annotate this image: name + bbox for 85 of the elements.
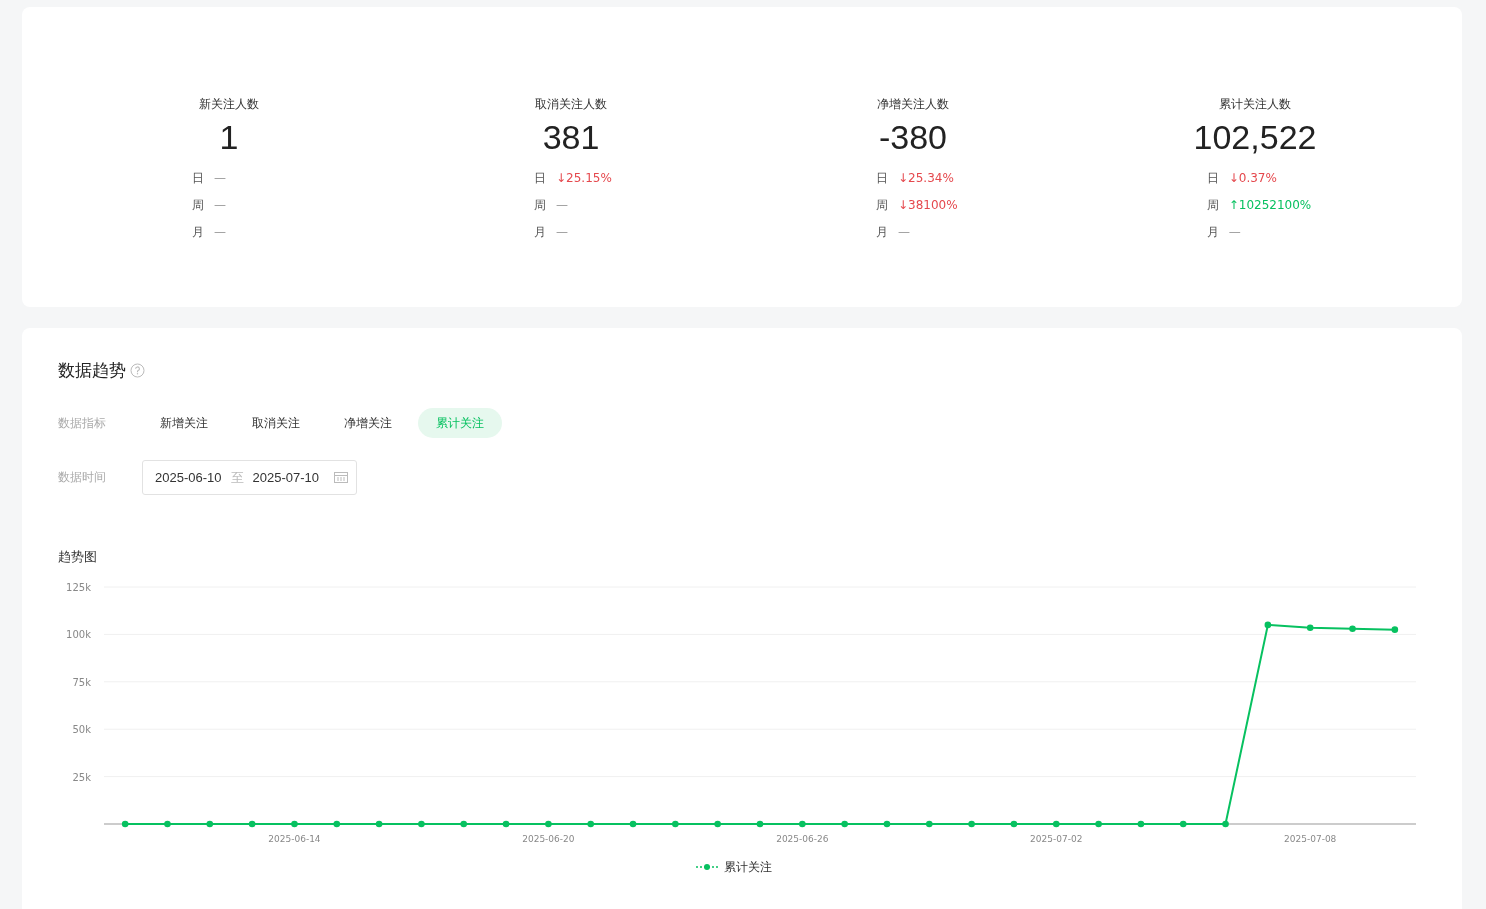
- period-label: 日: [1206, 169, 1219, 187]
- data-point: [883, 820, 891, 827]
- stat-label: 累计关注人数: [1219, 96, 1291, 113]
- y-axis-label: 75k: [72, 676, 91, 688]
- x-axis-label: 2025-06-20: [522, 833, 575, 844]
- data-point: [587, 820, 594, 827]
- stat-value: 381: [542, 119, 600, 157]
- stat-value: 102,522: [1193, 119, 1317, 157]
- data-point: [714, 820, 721, 827]
- calendar-icon: [334, 471, 348, 484]
- y-axis-label: 125k: [66, 581, 91, 593]
- help-icon[interactable]: [130, 363, 145, 379]
- change-value: —: [898, 223, 910, 241]
- data-point: [1095, 820, 1102, 827]
- data-point: [248, 820, 256, 827]
- period-label: 日: [192, 169, 204, 187]
- change-value: —: [1228, 223, 1241, 241]
- data-point: [333, 820, 341, 827]
- data-point: [375, 820, 383, 827]
- period-label: 周: [192, 196, 204, 214]
- data-point: [1010, 820, 1018, 827]
- chart-title: 趋势图: [58, 548, 98, 566]
- change-value: ↓0.37%: [1228, 169, 1277, 187]
- y-axis-label: 50k: [72, 723, 91, 735]
- data-point: [1264, 621, 1272, 628]
- data-point: [502, 820, 510, 827]
- legend-icon: [695, 863, 719, 870]
- period-label: 月: [192, 223, 204, 241]
- data-point: [799, 820, 806, 827]
- data-point: [629, 820, 637, 827]
- period-label: 月: [534, 223, 546, 241]
- data-point: [545, 820, 552, 827]
- change-value: —: [214, 169, 226, 187]
- change-value: —: [556, 196, 568, 214]
- x-axis-label: 2025-06-14: [268, 833, 321, 844]
- metric-tab[interactable]: 新增关注: [142, 407, 226, 438]
- legend-label: 累计关注: [724, 859, 772, 874]
- stat-label: 新关注人数: [199, 96, 259, 113]
- data-point: [756, 820, 764, 827]
- data-point: [1391, 625, 1399, 633]
- data-point: [968, 820, 975, 827]
- data-point: [1306, 623, 1314, 631]
- x-axis-label: 2025-07-02: [1030, 833, 1083, 844]
- data-point: [672, 820, 679, 827]
- data-point: [418, 820, 425, 827]
- stat-label: 取消关注人数: [535, 96, 607, 113]
- period-label: 周: [876, 196, 888, 214]
- x-axis-label: 2025-07-08: [1284, 833, 1337, 844]
- y-axis-label: 100k: [66, 628, 91, 640]
- period-label: 日: [876, 169, 888, 187]
- period-label: 月: [1206, 223, 1219, 241]
- data-point: [206, 820, 214, 827]
- metric-tab[interactable]: 取消关注: [234, 407, 318, 438]
- change-value: ↑10252100%: [1228, 196, 1312, 214]
- data-point: [1137, 820, 1145, 827]
- data-point: [291, 820, 298, 827]
- stat-label: 净增关注人数: [877, 96, 949, 113]
- change-value: —: [214, 223, 226, 241]
- data-point: [1052, 820, 1060, 827]
- filter-label: 数据指标: [58, 414, 107, 432]
- data-point: [1349, 624, 1356, 632]
- metric-tab[interactable]: 净增关注: [326, 407, 410, 438]
- y-axis-label: 25k: [72, 771, 91, 783]
- data-point: [164, 820, 171, 827]
- change-value: ↓38100%: [898, 196, 958, 214]
- data-point: [1179, 820, 1187, 827]
- change-value: —: [214, 196, 226, 214]
- stat-value: 1: [219, 119, 239, 157]
- x-axis-label: 2025-06-26: [776, 833, 829, 844]
- data-point: [926, 820, 933, 827]
- period-label: 周: [1206, 196, 1219, 214]
- data-point: [460, 820, 468, 827]
- period-label: 日: [534, 169, 546, 187]
- stat-value: -380: [878, 119, 948, 157]
- date-range-field[interactable]: 2025-06-10 至 2025-07-10: [142, 459, 357, 495]
- data-point: [841, 820, 848, 827]
- filter-label: 数据时间: [58, 469, 107, 487]
- change-value: ↓25.15%: [556, 169, 612, 187]
- change-value: —: [556, 223, 568, 241]
- period-label: 月: [876, 223, 888, 241]
- section-title: 数据趋势: [58, 359, 126, 382]
- change-value: ↓25.34%: [898, 169, 954, 187]
- period-label: 周: [534, 196, 546, 214]
- data-point: [1222, 820, 1229, 827]
- data-point: [121, 820, 129, 827]
